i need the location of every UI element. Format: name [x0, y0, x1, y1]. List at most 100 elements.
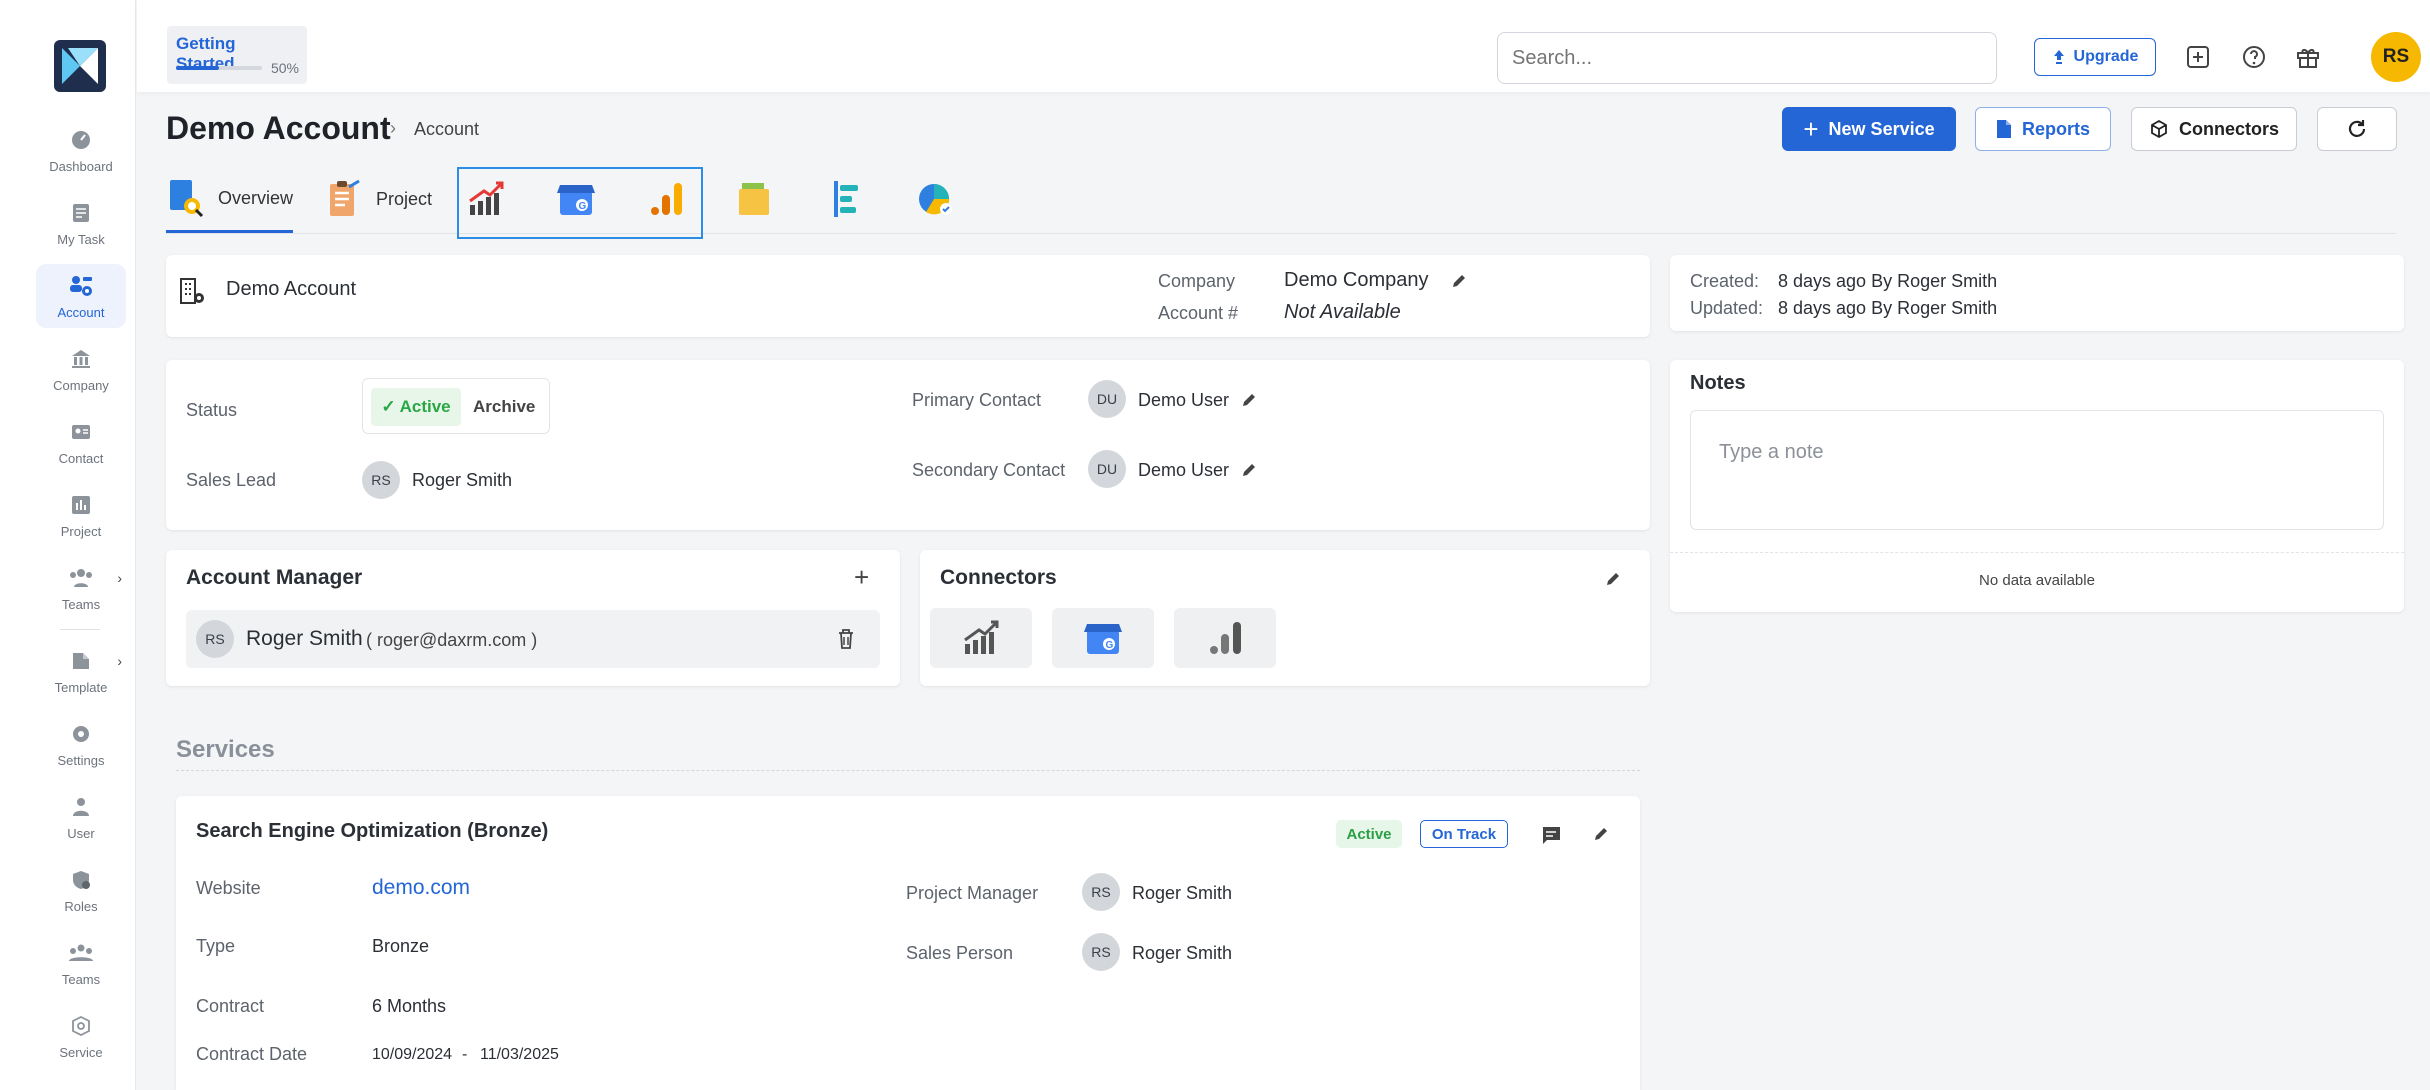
sidebar-item-label: Settings — [57, 752, 105, 768]
upgrade-button[interactable]: Upgrade — [2034, 38, 2156, 76]
edit-pencil-icon[interactable] — [1240, 461, 1258, 479]
tab-seo-growth[interactable] — [466, 166, 506, 232]
sidebar-item-company[interactable]: Company — [36, 337, 126, 401]
sidebar-item-label: Contact — [58, 450, 104, 466]
status-active-option[interactable]: ✓ Active — [371, 388, 461, 426]
contract-label: Contract — [196, 996, 265, 1016]
sidebar-item-contact[interactable]: Contact — [36, 410, 126, 474]
status-archive-option[interactable]: Archive — [473, 388, 535, 426]
sidebar-item-dashboard[interactable]: Dashboard — [36, 118, 126, 182]
gear-icon — [68, 721, 94, 747]
sales-person-label: Sales Person — [906, 943, 1014, 963]
status-badge: Active — [1336, 820, 1402, 848]
top-bar: Getting Started 50% Upgrade RS — [137, 0, 2430, 92]
reports-button[interactable]: Reports — [1975, 107, 2111, 151]
connectors-title: Connectors — [940, 566, 1057, 589]
bar-chart-icon — [68, 492, 94, 518]
divider — [1670, 552, 2404, 553]
avatar: RS — [1082, 873, 1120, 911]
contract-value: 6 Months — [372, 996, 447, 1016]
sidebar-item-label: Service — [59, 1044, 103, 1060]
tab-bar: Overview Project G — [166, 166, 2396, 239]
sidebar-item-label: Company — [53, 377, 109, 393]
add-square-icon[interactable] — [2183, 42, 2213, 72]
getting-started-widget[interactable]: Getting Started 50% — [167, 26, 307, 84]
help-icon[interactable] — [2239, 42, 2269, 72]
app-logo[interactable] — [54, 40, 106, 92]
connectors-button[interactable]: Connectors — [2131, 107, 2297, 151]
account-info-card: Demo Account Company Demo Company Accoun… — [166, 255, 1650, 337]
trash-icon[interactable] — [836, 628, 856, 650]
getting-started-progress — [176, 66, 262, 70]
connector-seo-tile[interactable] — [930, 608, 1032, 668]
sidebar-item-label: Project — [60, 523, 102, 539]
tab-project-label: Project — [376, 188, 433, 209]
edit-pencil-icon[interactable] — [1240, 391, 1258, 409]
team-icon — [68, 565, 94, 591]
contract-end: 11/03/2025 — [480, 1046, 559, 1063]
service-card: Search Engine Optimization (Bronze) Acti… — [176, 796, 1640, 1090]
chevron-right-icon: › — [117, 653, 122, 669]
user-icon — [68, 794, 94, 820]
bank-building-icon — [68, 346, 94, 372]
task-list-icon — [68, 200, 94, 226]
new-service-label: New Service — [1828, 118, 1935, 139]
sidebar-item-service[interactable]: Service — [36, 1004, 126, 1068]
sidebar-item-settings[interactable]: Settings — [36, 712, 126, 776]
refresh-icon — [2348, 120, 2366, 137]
gift-icon[interactable] — [2293, 42, 2323, 72]
sidebar-item-label: Teams — [61, 596, 101, 612]
edit-pencil-icon[interactable] — [1450, 272, 1468, 290]
tab-google-business[interactable]: G — [556, 166, 596, 232]
refresh-button[interactable] — [2317, 107, 2397, 151]
sidebar-item-teams-group[interactable]: Teams — [36, 931, 126, 995]
tab-files[interactable] — [736, 166, 776, 232]
edit-pencil-icon[interactable] — [1604, 570, 1622, 588]
company-value[interactable]: Demo Company — [1284, 269, 1429, 292]
overview-search-doc-icon — [166, 178, 206, 218]
search-input[interactable] — [1497, 32, 1997, 84]
tab-overview[interactable]: Overview — [166, 166, 294, 233]
sidebar-item-project[interactable]: Project — [36, 483, 126, 547]
tab-reports-pie[interactable] — [916, 166, 956, 232]
svg-text:G: G — [579, 201, 587, 212]
comment-icon[interactable] — [1540, 824, 1562, 846]
type-value: Bronze — [372, 936, 430, 956]
website-link[interactable]: demo.com — [372, 876, 470, 900]
secondary-contact-name: Demo User — [1138, 460, 1230, 480]
type-label: Type — [196, 936, 236, 956]
user-avatar[interactable]: RS — [2371, 32, 2421, 82]
service-name[interactable]: Search Engine Optimization (Bronze) — [196, 820, 548, 843]
progress-fill — [176, 66, 219, 70]
avatar: RS — [362, 461, 400, 499]
primary-contact-label: Primary Contact — [912, 390, 1042, 410]
getting-started-percent: 50% — [270, 60, 299, 76]
status-active-label: Active — [399, 397, 451, 416]
sidebar-item-account[interactable]: Account — [36, 264, 126, 328]
edit-pencil-icon[interactable] — [1592, 825, 1610, 843]
tab-timeline[interactable] — [826, 166, 866, 232]
sidebar-item-my-task[interactable]: My Task — [36, 191, 126, 255]
project-manager-name: Roger Smith — [1132, 883, 1233, 903]
connector-analytics-tile[interactable] — [1174, 608, 1276, 668]
contract-date-label: Contract Date — [196, 1044, 308, 1064]
upgrade-label: Upgrade — [2073, 48, 2139, 65]
new-service-button[interactable]: + New Service — [1782, 107, 1956, 151]
sidebar-item-user[interactable]: User — [36, 785, 126, 849]
project-manager-label: Project Manager — [906, 883, 1039, 903]
breadcrumb[interactable]: Account — [414, 119, 479, 140]
sidebar-item-roles[interactable]: Roles — [36, 858, 126, 922]
tab-project[interactable]: Project — [324, 166, 432, 232]
status-toggle: ✓ Active Archive — [362, 378, 550, 434]
sidebar-item-template[interactable]: Template › — [36, 639, 126, 703]
tab-google-analytics[interactable] — [646, 166, 686, 232]
note-input[interactable]: Type a note — [1690, 410, 2384, 530]
roles-shield-icon — [68, 867, 94, 893]
team-group-icon — [68, 940, 94, 966]
growth-chart-icon — [964, 620, 999, 654]
add-manager-plus-icon[interactable]: + — [854, 562, 869, 593]
connector-google-business-tile[interactable]: G — [1052, 608, 1154, 668]
sidebar-item-teams[interactable]: Teams › — [36, 556, 126, 620]
growth-chart-icon — [466, 179, 506, 219]
sidebar-item-label: Dashboard — [49, 158, 113, 174]
